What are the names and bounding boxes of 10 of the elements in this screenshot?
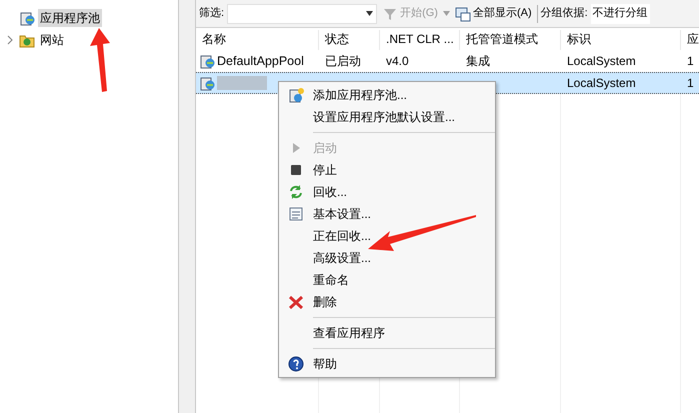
filter-label: 筛选: (199, 6, 224, 22)
table-cell-text: 已启动 (324, 53, 362, 70)
table-cell-text: 1 (686, 75, 695, 92)
group-by-label: 分组依据: (540, 6, 588, 22)
table-cell-text: LocalSystem (566, 53, 637, 70)
table-cell-text: 1 (686, 53, 695, 70)
table-cell-text: 集成 (465, 53, 491, 70)
table-cell-text: LocalSystem (566, 75, 637, 92)
table-cell-text: v4.0 (385, 53, 410, 70)
table-cell-text: DefaultAppPool (217, 52, 304, 70)
